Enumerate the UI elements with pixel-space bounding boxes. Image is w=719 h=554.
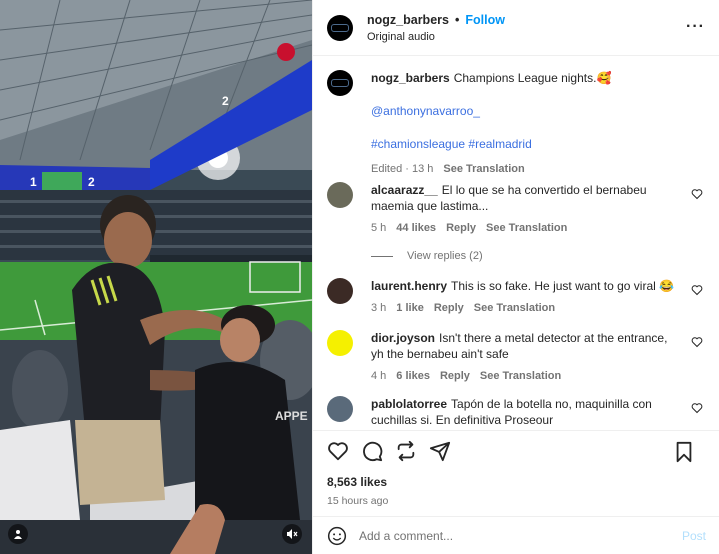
comment-avatar[interactable] bbox=[327, 182, 353, 208]
post-media[interactable]: 1 2 2 APPE bbox=[0, 0, 312, 554]
see-translation-button[interactable]: See Translation bbox=[480, 370, 561, 382]
edited-time: Edited · 13 h bbox=[371, 163, 434, 175]
comment-composer: Post bbox=[313, 516, 719, 554]
comment-button[interactable] bbox=[361, 440, 383, 462]
comment-username[interactable]: pablolatorree bbox=[371, 397, 447, 411]
ad-board-number: 2 bbox=[222, 94, 229, 108]
replies-divider bbox=[371, 255, 393, 257]
comment-text: This is so fake. He just want to go vira… bbox=[451, 279, 675, 293]
comment-username[interactable]: dior.joyson bbox=[371, 331, 435, 345]
emoji-icon[interactable] bbox=[327, 526, 347, 546]
view-replies-label: View replies (2) bbox=[407, 250, 483, 262]
caption-username[interactable]: nogz_barbers bbox=[371, 71, 450, 85]
send-button[interactable] bbox=[429, 440, 451, 462]
user-tag-icon bbox=[14, 530, 22, 539]
comment-item: pablolatorree Tapón de la botella no, maq… bbox=[327, 396, 705, 429]
bookmark-icon bbox=[676, 441, 692, 463]
post-time: 15 hours ago bbox=[327, 495, 389, 507]
caption-text: Champions League nights.🥰 bbox=[453, 71, 612, 85]
comment-heart-icon[interactable] bbox=[691, 402, 703, 414]
mention-link[interactable]: @anthonynavarroo_ bbox=[371, 104, 480, 118]
stadium-photo: 1 2 2 APPE bbox=[0, 0, 312, 554]
comment-likes[interactable]: 44 likes bbox=[396, 222, 436, 234]
separator-dot: • bbox=[454, 12, 460, 27]
more-options-button[interactable]: ··· bbox=[686, 18, 705, 36]
comment-heart-icon[interactable] bbox=[691, 188, 703, 200]
author-username[interactable]: nogz_barbers bbox=[367, 13, 449, 27]
comment-heart-icon[interactable] bbox=[691, 336, 703, 348]
comment-item: laurent.henry This is so fake. He just wa… bbox=[327, 278, 705, 320]
comment-age: 3 h bbox=[371, 302, 387, 314]
post-comment-button[interactable]: Post bbox=[682, 529, 706, 543]
more-icon: ··· bbox=[686, 18, 705, 35]
post-panel: nogz_barbers • Follow Original audio ···… bbox=[312, 0, 719, 554]
like-button[interactable] bbox=[327, 440, 349, 462]
see-translation-button[interactable]: See Translation bbox=[486, 222, 567, 234]
hashtag-links[interactable]: #chamionsleague #realmadrid bbox=[371, 137, 532, 151]
comment-likes[interactable]: 6 likes bbox=[396, 370, 430, 382]
heart-icon bbox=[328, 442, 348, 461]
jersey-text: APPE bbox=[275, 409, 308, 423]
follow-button[interactable]: Follow bbox=[465, 13, 505, 27]
comment-age: 5 h bbox=[371, 222, 387, 234]
comment-avatar[interactable] bbox=[327, 278, 353, 304]
share-button[interactable] bbox=[395, 440, 417, 462]
send-icon bbox=[429, 441, 451, 462]
comment-heart-icon[interactable] bbox=[691, 284, 703, 296]
audio-label[interactable]: Original audio bbox=[367, 31, 505, 43]
comment-username[interactable]: laurent.henry bbox=[371, 279, 447, 293]
caption-avatar[interactable] bbox=[327, 70, 353, 96]
caption-see-translation[interactable]: See Translation bbox=[443, 163, 524, 175]
caption: nogz_barbers Champions League nights.🥰 @a… bbox=[327, 70, 705, 175]
comment-age: 4 h bbox=[371, 370, 387, 382]
comment-item: alcaarazz__ El lo que se ha convertido el… bbox=[327, 182, 705, 244]
scoreboard-right: 2 bbox=[88, 175, 95, 189]
comment-avatar[interactable] bbox=[327, 330, 353, 356]
comment-input[interactable] bbox=[359, 528, 682, 543]
mute-icon bbox=[287, 529, 298, 539]
reply-button[interactable]: Reply bbox=[446, 222, 476, 234]
share-icon bbox=[397, 440, 415, 462]
view-replies-button[interactable]: View replies (2) bbox=[371, 244, 705, 268]
likes-count[interactable]: 8,563 likes bbox=[327, 475, 706, 489]
reply-button[interactable]: Reply bbox=[434, 302, 464, 314]
reply-button[interactable]: Reply bbox=[440, 370, 470, 382]
see-translation-button[interactable]: See Translation bbox=[474, 302, 555, 314]
comment-username[interactable]: alcaarazz__ bbox=[371, 183, 438, 197]
scoreboard-left: 1 bbox=[30, 175, 37, 189]
save-button[interactable] bbox=[674, 441, 694, 463]
comment-avatar[interactable] bbox=[327, 396, 353, 422]
comment-likes[interactable]: 1 like bbox=[396, 302, 424, 314]
user-tag-button[interactable] bbox=[8, 524, 28, 544]
comment-icon bbox=[363, 441, 383, 462]
mute-button[interactable] bbox=[282, 524, 302, 544]
comments-list[interactable]: nogz_barbers Champions League nights.🥰 @a… bbox=[313, 56, 719, 429]
post-header: nogz_barbers • Follow Original audio ··· bbox=[313, 0, 719, 56]
comment-item: dior.joyson Isn't there a metal detector … bbox=[327, 330, 705, 386]
post-actions: 8,563 likes 15 hours ago bbox=[313, 430, 719, 507]
author-avatar[interactable] bbox=[327, 14, 353, 41]
